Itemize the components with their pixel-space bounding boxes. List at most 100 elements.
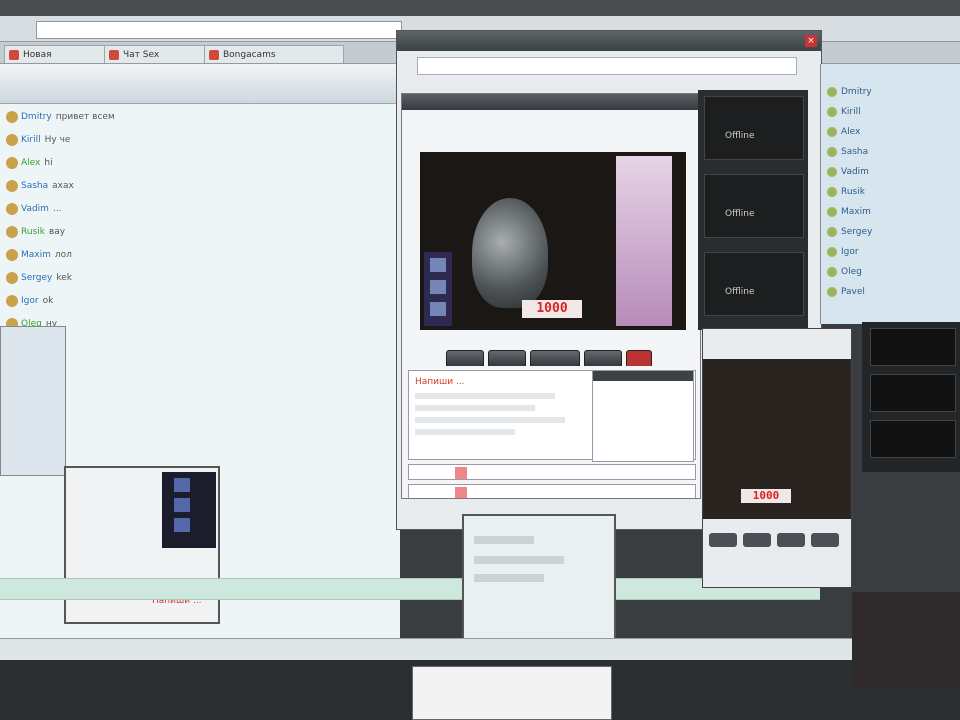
chat-text: ... (52, 204, 62, 214)
tab-2[interactable]: Чат Sex (104, 45, 220, 63)
chat-line (415, 417, 565, 423)
contact-item[interactable]: Igor (827, 244, 859, 260)
chat-username[interactable]: Vadim (21, 204, 49, 214)
chat-message: Rusik вау (6, 223, 65, 241)
chat-text: Ну че (44, 135, 71, 145)
chat-username[interactable]: Kirill (21, 135, 41, 145)
chat-username[interactable]: Igor (21, 296, 39, 306)
control-button-3[interactable] (530, 350, 580, 366)
duplicate-video-window[interactable]: 1000 (702, 328, 852, 588)
window-line (474, 556, 564, 564)
right-thumb-2[interactable] (870, 374, 956, 412)
chat-username[interactable]: Rusik (21, 227, 45, 237)
video-controls (446, 350, 656, 366)
chat-message: Dmitry привет всем (6, 108, 115, 126)
dup-control-4[interactable] (811, 533, 839, 547)
contact-item[interactable]: Rusik (827, 184, 865, 200)
chat-message: Alex hi (6, 154, 53, 172)
chat-text: ахах (52, 181, 74, 191)
contact-item[interactable]: Sasha (827, 144, 868, 160)
chat-username[interactable]: Alex (21, 158, 40, 168)
user-avatar-icon (6, 248, 18, 261)
chat-line (415, 393, 555, 399)
contact-item[interactable]: Alex (827, 124, 860, 140)
tab-label: Bongacams (223, 50, 276, 60)
window-titlebar (0, 0, 960, 16)
chat-input-2[interactable] (408, 484, 696, 498)
control-button-2[interactable] (488, 350, 526, 366)
taskbar (0, 638, 960, 660)
mini-window[interactable]: Напиши ... (64, 466, 220, 624)
contact-item[interactable]: Kirill (827, 104, 861, 120)
user-avatar-icon (6, 179, 18, 192)
room-user-list[interactable] (592, 370, 694, 462)
performer-image (472, 198, 548, 308)
thumb-3[interactable]: Offline (704, 252, 804, 316)
side-window[interactable] (0, 326, 66, 476)
control-button-5[interactable] (626, 350, 652, 366)
chat-message: Maxim лол (6, 246, 72, 264)
chat-text: лол (54, 250, 72, 260)
contact-item[interactable]: Vadim (827, 164, 869, 180)
contact-item[interactable]: Maxim (827, 204, 871, 220)
tab-3[interactable]: Bongacams (204, 45, 344, 63)
user-avatar-icon (6, 202, 18, 215)
duplicate-counter: 1000 (741, 489, 791, 503)
chat-line (415, 429, 515, 435)
emoji-icon[interactable] (455, 467, 467, 479)
thumb-1[interactable]: Offline (704, 96, 804, 160)
room-thumbnails: Offline Offline Offline (698, 90, 808, 330)
user-avatar-icon (6, 294, 18, 307)
video-window-url[interactable] (417, 57, 797, 75)
chat-text: hi (44, 158, 53, 168)
contact-item[interactable]: Dmitry (827, 84, 872, 100)
contact-item[interactable]: Oleg (827, 264, 862, 280)
dup-control-3[interactable] (777, 533, 805, 547)
chat-text: kek (56, 273, 73, 283)
webcam-video[interactable]: 1000 (420, 152, 686, 330)
video-window-title: × (397, 31, 821, 51)
tip-counter: 1000 (522, 300, 582, 318)
chat-username[interactable]: Maxim (21, 250, 51, 260)
room-titlebar (402, 94, 700, 110)
right-thumb-1[interactable] (870, 328, 956, 366)
dup-control-1[interactable] (709, 533, 737, 547)
bottom-window[interactable] (412, 666, 612, 720)
tab-label: Новая (23, 50, 52, 60)
window-line (474, 536, 534, 544)
send-icon[interactable] (455, 487, 467, 498)
chat-text: вау (48, 227, 66, 237)
duplicate-controls (709, 533, 849, 547)
thumb-2[interactable]: Offline (704, 174, 804, 238)
window-line (474, 574, 544, 582)
status-strip (0, 578, 820, 600)
chat-username[interactable]: Sergey (21, 273, 52, 283)
room-chat-prompt: Напиши ... (415, 377, 465, 387)
chat-text: привет всем (55, 112, 115, 122)
dup-control-2[interactable] (743, 533, 771, 547)
chat-input[interactable] (408, 464, 696, 480)
chat-toolbar (0, 64, 400, 104)
tab-1[interactable]: Новая (4, 45, 120, 63)
user-list-header (593, 371, 693, 381)
video-thumb-strip (424, 252, 452, 326)
url-field[interactable] (36, 21, 402, 39)
close-icon[interactable]: × (805, 35, 817, 47)
thumb-label: Offline (725, 209, 755, 219)
contact-item[interactable]: Sergey (827, 224, 872, 240)
user-avatar-icon (6, 225, 18, 238)
chat-username[interactable]: Dmitry (21, 112, 52, 122)
bottom-right-window[interactable] (852, 592, 960, 688)
mini-thumbs (162, 472, 216, 548)
contact-list: Dmitry Kirill Alex Sasha Vadim Rusik Maxim Serg… (820, 64, 960, 324)
thumb-panel-right (862, 322, 960, 472)
right-thumb-3[interactable] (870, 420, 956, 458)
chat-username[interactable]: Sasha (21, 181, 48, 191)
control-button-4[interactable] (584, 350, 622, 366)
user-avatar-icon (6, 110, 18, 123)
video-side-panel (616, 156, 672, 326)
thumb-label: Offline (725, 287, 755, 297)
control-button-1[interactable] (446, 350, 484, 366)
contact-item[interactable]: Pavel (827, 284, 865, 300)
user-avatar-icon (6, 156, 18, 169)
